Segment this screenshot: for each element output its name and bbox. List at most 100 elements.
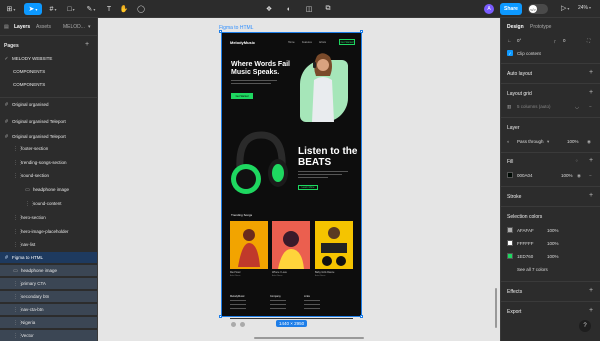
fill-color-swatch[interactable] [507,172,513,178]
layer-row[interactable]: ⋮⋮ primary CTA [0,278,97,289]
style-grid-icon[interactable]: ⁘ [575,158,579,164]
layer-row[interactable]: ⋮⋮ sound-content [0,198,97,209]
chevron-down-icon[interactable]: ▾ [547,139,549,145]
pen-tool-icon[interactable]: ✎ ▾ [84,3,98,15]
frame-tool-icon[interactable]: # ▾ [46,3,60,15]
resize-handle[interactable] [360,315,363,318]
layer-row[interactable]: # Original organised Teleport [0,116,97,127]
layer-row[interactable]: ⋮⋮ nav-cta-btn [0,304,97,315]
layout-grid-header: Layout grid [507,91,532,97]
design-canvas[interactable]: Figma to HTML MelodyMusic Home Features … [98,18,500,341]
page-item[interactable]: COMPONENTS [0,66,97,77]
move-tool-icon[interactable]: ➤ ▾ [24,3,42,15]
tab-design[interactable]: Design [507,24,524,30]
layer-row[interactable]: ⋮⋮ trending-songs-section [0,157,97,168]
frame-name-label[interactable]: Figma to HTML [219,25,253,31]
resize-handle[interactable] [360,30,363,33]
share-button[interactable]: Share [500,3,522,15]
page-label: COMPONENTS [13,82,46,87]
layer-row[interactable]: ⋮⋮ hero-section [0,212,97,223]
add-effect-icon[interactable]: + [589,287,593,294]
add-page-icon[interactable]: + [85,41,89,48]
tab-assets[interactable]: Assets [36,24,51,30]
layer-opacity-field[interactable]: 100% [567,139,579,144]
add-stroke-icon[interactable]: + [589,192,593,199]
independent-corners-icon[interactable]: ⛶ [587,38,590,43]
selection-color-hex[interactable]: 1ED760 [517,254,533,259]
selection-color-hex[interactable]: FFFFFF [517,241,534,246]
page-item[interactable]: COMPONENTS [0,79,97,90]
layer-row[interactable]: ▭ headphone image [0,184,97,195]
chevron-down-icon[interactable]: ▾ [88,24,91,30]
fill-opacity-field[interactable]: 100% [561,173,573,178]
hand-tool-icon[interactable]: ✋ [119,3,129,15]
add-export-icon[interactable]: + [589,307,593,314]
layer-label: Nigeria [21,320,36,325]
layer-row[interactable]: ⋮⋮ nav-list [0,239,97,250]
blend-mode-select[interactable]: Pass through [517,139,544,144]
hero-cta-button: Get Started [231,93,253,99]
remove-icon[interactable]: − [589,173,592,178]
auto-layout-icon: ⋮⋮ [13,214,23,221]
selection-color-hex[interactable]: AFAFAF [517,228,534,233]
add-layout-grid-icon[interactable]: + [589,89,593,96]
text-tool-icon[interactable]: T [104,3,114,15]
mask-icon[interactable]: ◐ [284,3,294,15]
corner-radius-field[interactable]: 0 [563,38,566,43]
zoom-level[interactable]: 24%▾ [578,5,591,11]
panel-toggle-icon[interactable]: ▤ [4,24,9,30]
selection-color-opacity[interactable]: 100% [547,241,559,246]
layer-row[interactable]: # Original organised Teleport [0,131,97,142]
tab-layers[interactable]: Layers [14,24,30,30]
comment-tool-icon[interactable]: ◯ [136,3,146,15]
layer-row[interactable]: ⋮⋮ hero-image-placeholder [0,226,97,237]
layer-row-selected[interactable]: # Figma to HTML [0,252,97,263]
help-button[interactable]: ? [579,320,591,332]
user-avatar[interactable]: A [484,4,494,14]
resize-handle[interactable] [219,315,222,318]
main-menu-icon[interactable]: ⊞ ▾ [5,3,17,15]
eye-icon[interactable]: ◉ [577,173,581,179]
components-icon[interactable]: ❖ [264,3,274,15]
add-auto-layout-icon[interactable]: + [589,69,593,76]
layout-grid-value[interactable]: 5 columns (auto) [517,104,551,109]
layer-row[interactable]: ⋮⋮ secondary btn [0,291,97,302]
selection-color-swatch[interactable] [507,227,513,233]
layer-row[interactable]: # Original organised [0,99,97,110]
horizontal-scrollbar[interactable] [254,337,364,339]
remove-icon[interactable]: − [589,104,592,109]
boolean-icon[interactable]: ◫ [304,3,314,15]
shape-tool-icon[interactable]: □ ▾ [64,3,78,15]
social-icon [231,322,236,327]
layer-row[interactable]: ▭ headphone image [0,265,97,276]
selection-color-swatch[interactable] [507,253,513,259]
nav-link: Home [288,41,295,44]
layer-row[interactable]: ⋮⋮ footer-section [0,143,97,154]
rotation-field[interactable]: 0° [517,38,521,43]
layer-label: sound-section [21,173,50,178]
selection-color-swatch[interactable] [507,240,513,246]
crop-icon[interactable]: ⧉ [323,3,333,15]
visibility-icon[interactable]: ◡ [575,104,579,110]
dev-mode-toggle[interactable]: </> [528,4,548,14]
present-play-icon[interactable]: ▷▾ [561,4,569,12]
divider [501,206,600,207]
clip-content-checkbox[interactable]: ✓ [507,50,513,56]
selection-color-opacity[interactable]: 100% [547,228,559,233]
layer-row[interactable]: ⋮⋮ sound-section [0,170,97,181]
page-item[interactable]: ✓ MELODY WEBSITE [0,53,97,64]
layer-row[interactable]: ⋮⋮ Vector [0,330,97,341]
selection-color-opacity[interactable]: 100% [547,254,559,259]
resize-handle[interactable] [219,30,222,33]
selected-frame[interactable]: MelodyMusic Home Features Artists Get St… [221,32,362,327]
tab-file-name[interactable]: MELOD... [63,24,85,30]
fill-hex-field[interactable]: 000A04 [517,173,533,178]
eye-icon[interactable]: ◉ [587,139,591,145]
auto-layout-icon: ⋮⋮ [13,293,23,300]
image-icon: ▭ [25,186,30,193]
vertical-scrollbar[interactable] [495,288,497,328]
see-all-colors-link[interactable]: See all 7 colors [517,267,548,272]
layer-row[interactable]: ⋮⋮ Nigeria [0,317,97,328]
add-fill-icon[interactable]: + [589,157,593,164]
tab-prototype[interactable]: Prototype [530,24,551,30]
